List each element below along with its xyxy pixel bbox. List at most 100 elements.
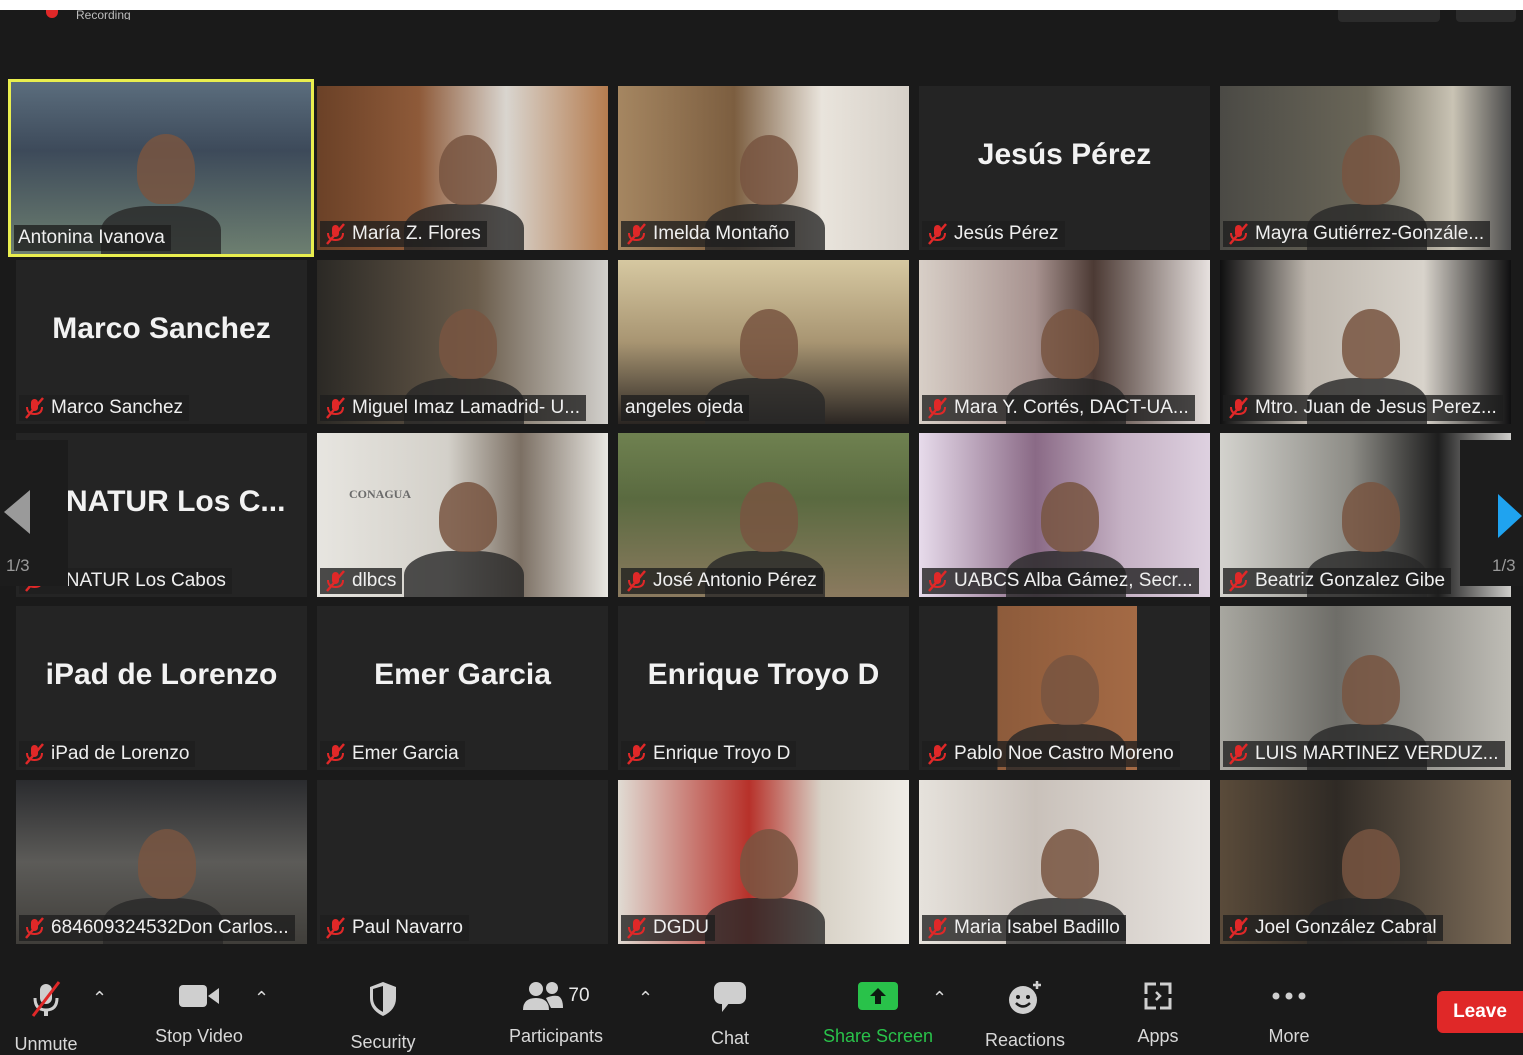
participant-name-label: dlbcs [320, 568, 403, 594]
participant-name-label: Mtro. Juan de Jesus Perez... [1223, 395, 1503, 421]
participants-icon: 70 [522, 980, 590, 1012]
participant-video-figure [137, 133, 195, 204]
participant-display-name: NATUR Los C... [66, 485, 286, 518]
participants-options-caret-icon[interactable]: ⌃ [638, 988, 653, 1009]
participant-name: angeles ojeda [625, 397, 744, 418]
leave-button[interactable]: Leave [1437, 991, 1523, 1033]
participant-name-label: DGDU [621, 915, 715, 941]
share-screen-button[interactable]: Share Screen [816, 962, 940, 1047]
participant-name-label: Maria Isabel Badillo [922, 915, 1126, 941]
reactions-button[interactable]: Reactions [980, 962, 1070, 1050]
participant-name: Mara Y. Cortés, DACT-UA... [954, 397, 1189, 418]
participant-tile[interactable]: José Antonio Pérez [618, 433, 909, 597]
page-indicator-right: 1/3 [1492, 556, 1516, 575]
participant-name-label: Enrique Troyo D [621, 741, 797, 767]
participant-video-figure [1041, 482, 1100, 553]
microphone-muted-icon [1227, 743, 1249, 765]
participant-name-label: José Antonio Pérez [621, 568, 823, 594]
participant-tile[interactable]: DGDU [618, 780, 909, 944]
microphone-muted-icon [324, 570, 346, 592]
participant-name: Emer Garcia [352, 743, 459, 764]
microphone-muted-icon [324, 917, 346, 939]
stop-video-button[interactable]: Stop Video [146, 962, 252, 1047]
more-button[interactable]: More [1260, 962, 1318, 1047]
participants-count: 70 [568, 985, 590, 1006]
audio-options-caret-icon[interactable]: ⌃ [92, 988, 107, 1009]
microphone-muted-icon [23, 397, 45, 419]
participant-name-label: Emer Garcia [320, 741, 465, 767]
participant-name: ONATUR Los Cabos [51, 570, 226, 591]
microphone-muted-icon [324, 223, 346, 245]
participant-video-figure [1342, 309, 1401, 380]
participant-tile[interactable]: Joel González Cabral [1220, 780, 1511, 944]
apps-icon [1143, 980, 1173, 1012]
participant-name-label: Jesús Pérez [922, 221, 1065, 247]
participant-tile[interactable]: iPad de Lorenzo iPad de Lorenzo [16, 606, 307, 770]
participant-video-figure [439, 309, 498, 380]
microphone-muted-icon [23, 743, 45, 765]
participant-tile[interactable]: UABCS Alba Gámez, Secr... [919, 433, 1210, 597]
participant-tile[interactable]: Miguel Imaz Lamadrid- U... [317, 260, 608, 424]
participant-tile[interactable]: Mtro. Juan de Jesus Perez... [1220, 260, 1511, 424]
participant-tile[interactable]: Imelda Montaño [618, 86, 909, 250]
participant-tile[interactable]: Jesús Pérez Jesús Pérez [919, 86, 1210, 250]
participant-tile[interactable]: Marco Sanchez Marco Sanchez [16, 260, 307, 424]
participant-name: Mtro. Juan de Jesus Perez... [1255, 397, 1497, 418]
chevron-left-icon [4, 490, 30, 534]
participant-name-label: LUIS MARTINEZ VERDUZ... [1223, 741, 1505, 767]
emoji-add-icon [1006, 980, 1044, 1016]
participant-tile[interactable]: María Z. Flores [317, 86, 608, 250]
next-page-button[interactable]: 1/3 [1460, 440, 1523, 586]
chat-label: Chat [710, 1028, 750, 1048]
participant-video-figure [439, 482, 498, 553]
unmute-button[interactable]: Unmute [8, 962, 84, 1054]
participant-tile[interactable]: angeles ojeda [618, 260, 909, 424]
unmute-label: Unmute [14, 1034, 78, 1054]
security-button[interactable]: Security [340, 962, 426, 1052]
participant-video-figure [740, 309, 799, 380]
video-options-caret-icon[interactable]: ⌃ [254, 988, 269, 1009]
reactions-label: Reactions [984, 1030, 1066, 1050]
participant-tile[interactable]: Enrique Troyo D Enrique Troyo D [618, 606, 909, 770]
apps-label: Apps [1137, 1026, 1179, 1046]
participant-name-label: Paul Navarro [320, 915, 469, 941]
participant-tile[interactable]: CONAGUA dlbcs [317, 433, 608, 597]
participant-tile[interactable]: Antonina Ivanova [11, 82, 311, 254]
participant-tile[interactable]: Emer Garcia Emer Garcia [317, 606, 608, 770]
participant-name-label: Miguel Imaz Lamadrid- U... [320, 395, 587, 421]
participants-button[interactable]: 70 Participants [500, 962, 612, 1047]
share-options-caret-icon[interactable]: ⌃ [932, 988, 947, 1009]
participant-tile[interactable]: Mara Y. Cortés, DACT-UA... [919, 260, 1210, 424]
participant-tile[interactable]: Maria Isabel Badillo [919, 780, 1210, 944]
more-label: More [1268, 1026, 1310, 1046]
chat-button[interactable]: Chat [700, 962, 760, 1048]
microphone-muted-icon [625, 917, 647, 939]
participant-name-label: Mara Y. Cortés, DACT-UA... [922, 395, 1195, 421]
participant-tile[interactable]: Mayra Gutiérrez-Gonzále... [1220, 86, 1511, 250]
apps-button[interactable]: Apps [1130, 962, 1186, 1047]
meeting-toolbar: Unmute ⌃ Stop Video ⌃ Security 70 Partic… [0, 962, 1523, 1054]
participant-tile[interactable]: 684609324532Don Carlos... [16, 780, 307, 944]
microphone-muted-icon [1227, 570, 1249, 592]
participant-video-figure [138, 829, 197, 900]
microphone-muted-icon [625, 223, 647, 245]
microphone-muted-icon [23, 917, 45, 939]
participant-name: Beatriz Gonzalez Gibe [1255, 570, 1446, 591]
participant-tile[interactable]: LUIS MARTINEZ VERDUZ... [1220, 606, 1511, 770]
participant-name: Antonina Ivanova [18, 227, 165, 248]
participant-video-figure [1342, 482, 1401, 553]
participant-display-name: Enrique Troyo D [647, 658, 880, 691]
microphone-muted-icon [1227, 917, 1249, 939]
participant-tile[interactable]: Paul Navarro [317, 780, 608, 944]
page-indicator-left: 1/3 [6, 556, 30, 575]
previous-page-button[interactable]: 1/3 [0, 440, 68, 586]
participant-display-name: Emer Garcia [374, 658, 551, 691]
participant-video-figure [1041, 309, 1100, 380]
participant-name: UABCS Alba Gámez, Secr... [954, 570, 1193, 591]
participant-name: María Z. Flores [352, 223, 481, 244]
participant-video-figure [1342, 655, 1401, 726]
participant-tile[interactable]: Pablo Noe Castro Moreno [919, 606, 1210, 770]
participant-name-label: UABCS Alba Gámez, Secr... [922, 568, 1199, 594]
microphone-muted-icon [926, 397, 948, 419]
participant-name-label: iPad de Lorenzo [19, 741, 196, 767]
